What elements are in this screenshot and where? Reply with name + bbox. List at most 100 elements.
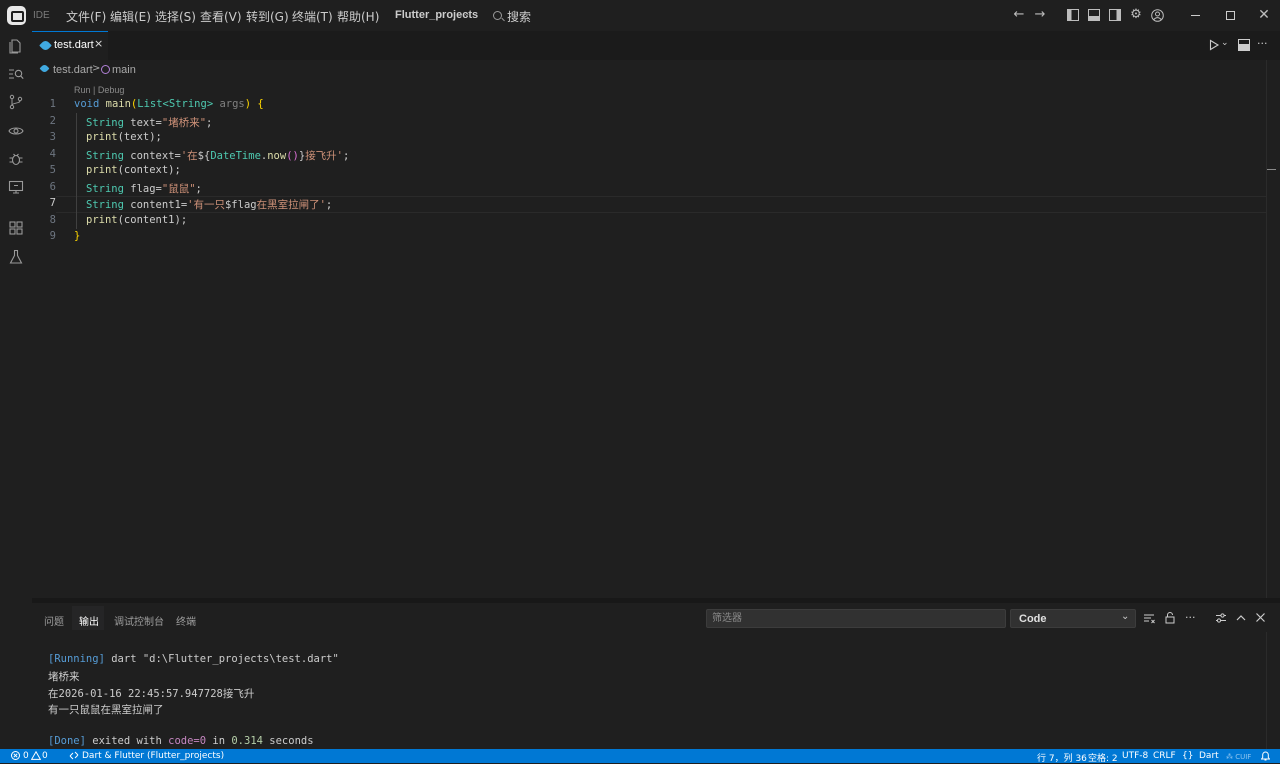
token-paren: (): [286, 150, 299, 162]
remote-explorer-icon[interactable]: [8, 179, 24, 195]
error-count[interactable]: 0: [23, 751, 29, 761]
watch-icon[interactable]: [8, 123, 24, 139]
code-line-6[interactable]: String flag="鼠鼠";: [86, 181, 202, 196]
debug-icon[interactable]: [8, 151, 24, 167]
code-line-7[interactable]: String content1='有一只$flag在黑室拉闸了';: [86, 197, 332, 212]
panel-scrollbar[interactable]: [1266, 632, 1280, 749]
panel-tab-output[interactable]: 输出: [79, 613, 99, 628]
flutter-device[interactable]: ⁂ CUIF: [1226, 753, 1251, 761]
code-line-5[interactable]: print(context);: [86, 164, 181, 176]
line-number: 4: [49, 148, 56, 160]
flutter-device-label: CUIF: [1235, 753, 1252, 761]
run-debug-codelens[interactable]: Run | Debug: [74, 85, 124, 95]
menu-go[interactable]: 转到(G): [246, 8, 289, 25]
token-function: main: [105, 98, 131, 110]
warning-icon[interactable]: [31, 751, 41, 760]
tab-label[interactable]: test.dart: [54, 39, 94, 51]
settings-icon[interactable]: ⚙: [1128, 7, 1144, 23]
token-text: ;: [206, 117, 213, 129]
breadcrumb-separator-icon: >: [92, 63, 101, 74]
editor-more-actions-icon[interactable]: ···: [1257, 37, 1268, 50]
forward-arrow-icon[interactable]: →: [1032, 7, 1048, 23]
code-line-9[interactable]: }: [74, 230, 80, 242]
chevron-down-icon[interactable]: ⌄: [463, 9, 471, 19]
code-line-4[interactable]: String context='在${DateTime.now()}接飞升';: [86, 148, 349, 163]
running-command: dart "d:\Flutter_projects\test.dart": [104, 653, 339, 665]
close-panel-icon[interactable]: [1255, 612, 1266, 623]
tab-close-icon[interactable]: ×: [94, 37, 103, 50]
line-number-active: 7: [49, 197, 56, 209]
warning-count[interactable]: 0: [42, 751, 48, 761]
error-icon[interactable]: [11, 751, 20, 760]
end-of-line[interactable]: CRLF: [1153, 751, 1176, 761]
restore-icon[interactable]: [1226, 11, 1235, 20]
menu-selection[interactable]: 选择(S): [155, 8, 196, 25]
notifications-bell-icon[interactable]: [1261, 751, 1270, 761]
token-type: String: [86, 183, 124, 195]
indentation[interactable]: 空格: 2: [1088, 751, 1118, 764]
file-encoding[interactable]: UTF-8: [1122, 751, 1148, 761]
menu-view[interactable]: 查看(V): [200, 8, 242, 25]
line-number: 1: [49, 98, 56, 110]
extensions-icon[interactable]: [8, 220, 24, 236]
panel-tab-debug-console[interactable]: 调试控制台: [114, 613, 164, 628]
toggle-panel-icon[interactable]: [1088, 9, 1100, 21]
output-filter-input[interactable]: [706, 609, 1006, 628]
remote-indicator[interactable]: Dart & Flutter (Flutter_projects): [82, 751, 224, 761]
menu-edit[interactable]: 编辑(E): [110, 8, 151, 25]
menu-help[interactable]: 帮助(H): [337, 8, 379, 25]
search-icon[interactable]: [8, 66, 24, 82]
toggle-secondary-sidebar-icon[interactable]: [1109, 9, 1121, 21]
command-search[interactable]: 搜索: [507, 8, 531, 25]
token-function: print: [86, 164, 118, 176]
output-line: 有一只鼠鼠在黑室拉闸了: [48, 704, 164, 716]
code-line-1[interactable]: void main(List<String> args) {: [74, 98, 264, 110]
maximize-panel-icon[interactable]: [1235, 612, 1247, 624]
back-arrow-icon[interactable]: ←: [1011, 7, 1027, 23]
run-dropdown-chevron-icon[interactable]: ⌄: [1221, 38, 1229, 48]
menu-file[interactable]: 文件(F): [66, 8, 106, 25]
testing-icon[interactable]: [8, 249, 24, 265]
token-paren: ): [244, 98, 252, 110]
source-control-icon[interactable]: [8, 94, 24, 110]
remote-icon[interactable]: [69, 751, 79, 760]
account-icon[interactable]: [1151, 9, 1164, 22]
breadcrumb-file[interactable]: test.dart: [53, 64, 93, 76]
editor-scrollbar[interactable]: [1266, 60, 1280, 598]
token-angle: >: [206, 98, 214, 110]
toggle-primary-sidebar-icon[interactable]: [1067, 9, 1079, 21]
token-string: 在黑室拉闸了': [256, 199, 326, 211]
token-type: DateTime: [210, 150, 261, 162]
lock-scroll-icon[interactable]: [1164, 611, 1176, 624]
menu-terminal[interactable]: 终端(T): [292, 8, 333, 25]
code-line-2[interactable]: String text="堵桥来";: [86, 115, 212, 130]
language-status-icon[interactable]: {}: [1182, 751, 1193, 761]
clear-output-icon[interactable]: [1143, 612, 1155, 624]
code-line-3[interactable]: print(text);: [86, 131, 162, 143]
code-line-8[interactable]: print(content1);: [86, 214, 187, 226]
output-line: 在2026-01-16 22:45:57.947728接飞升: [48, 688, 255, 700]
split-editor-icon[interactable]: [1238, 39, 1250, 51]
token-text: (content1);: [117, 214, 188, 226]
chevron-down-icon[interactable]: ⌄: [1121, 611, 1129, 622]
app-logo-icon: [7, 6, 26, 25]
panel-tab-problems[interactable]: 问题: [44, 613, 64, 628]
panel-tab-terminal[interactable]: 终端: [176, 613, 196, 628]
token-variable: $flag: [224, 199, 257, 211]
cursor-position[interactable]: 行 7，列 36: [1037, 751, 1087, 764]
language-mode[interactable]: Dart: [1199, 751, 1219, 761]
run-icon[interactable]: [1208, 39, 1220, 51]
panel-layout-icon[interactable]: [1215, 612, 1227, 624]
breadcrumb-symbol[interactable]: main: [112, 64, 136, 76]
search-icon[interactable]: [493, 11, 502, 20]
token-function: print: [86, 214, 118, 226]
close-icon[interactable]: ✕: [1256, 7, 1272, 23]
minimize-icon[interactable]: [1191, 15, 1200, 16]
token-function: print: [86, 131, 118, 143]
token-text: context=: [123, 150, 181, 162]
token-type: String: [86, 150, 124, 162]
explorer-icon[interactable]: [8, 38, 24, 54]
output-channel-value[interactable]: Code: [1019, 613, 1047, 625]
token-string: "堵桥来": [161, 117, 207, 129]
more-actions-icon[interactable]: ···: [1185, 611, 1196, 624]
